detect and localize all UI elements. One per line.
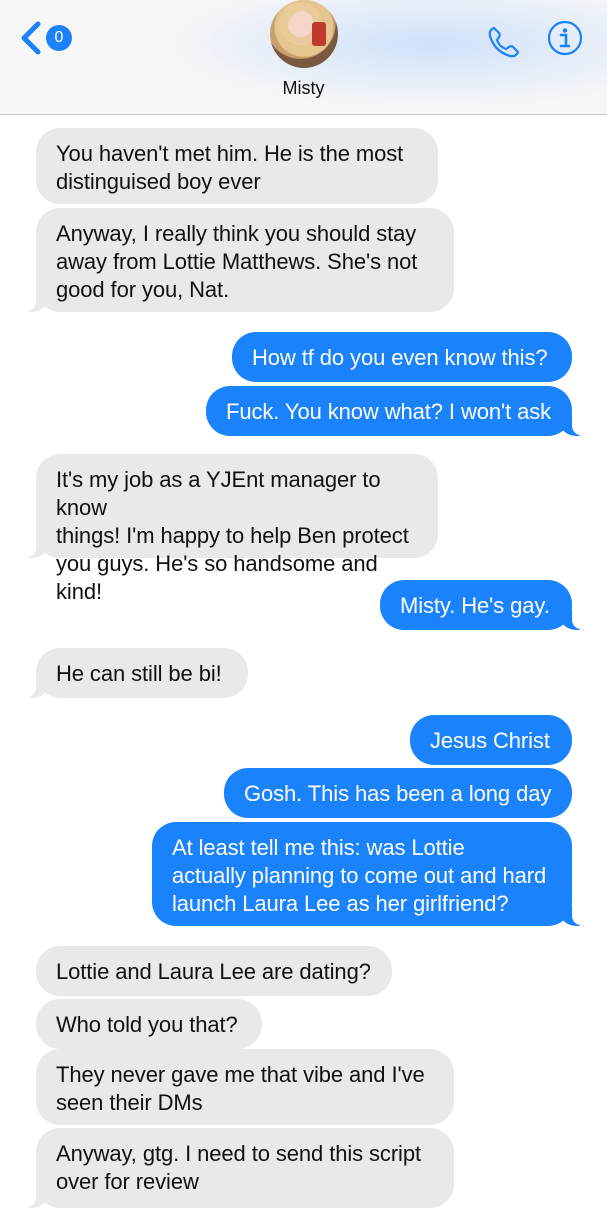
message-bubble-incoming[interactable]: Lottie and Laura Lee are dating? [36, 946, 392, 996]
message-text: How tf do you even know this? [252, 345, 548, 370]
message-text: Anyway, gtg. I need to send this script … [56, 1141, 421, 1194]
message-bubble-outgoing[interactable]: Jesus Christ [410, 715, 572, 765]
avatar-hair [270, 0, 338, 68]
avatar-phone-detail [312, 22, 326, 46]
message-bubble-outgoing[interactable]: Fuck. You know what? I won't ask [206, 386, 584, 436]
message-text: Jesus Christ [430, 728, 550, 753]
message-bubble-outgoing[interactable]: Gosh. This has been a long day [224, 768, 572, 818]
message-text: Who told you that? [56, 1012, 238, 1037]
message-text: At least tell me this: was Lottie actual… [172, 835, 547, 916]
unread-count-badge: 0 [46, 25, 72, 51]
message-bubble-incoming[interactable]: You haven't met him. He is the most dist… [36, 128, 438, 204]
message-text: Misty. He's gay. [400, 593, 550, 618]
message-text: Lottie and Laura Lee are dating? [56, 959, 371, 984]
message-bubble-incoming[interactable]: They never gave me that vibe and I've se… [36, 1049, 454, 1125]
message-text: It's my job as a YJEnt manager to know t… [56, 467, 409, 604]
message-bubble-incoming[interactable]: Anyway, I really think you should stay a… [24, 208, 454, 312]
message-text: You haven't met him. He is the most dist… [56, 141, 404, 194]
contact-name[interactable]: Misty [0, 78, 607, 99]
message-text: Anyway, I really think you should stay a… [56, 221, 418, 302]
message-bubble-incoming[interactable]: It's my job as a YJEnt manager to know t… [24, 454, 438, 604]
avatar[interactable] [270, 0, 338, 68]
message-text: He can still be bi! [56, 661, 222, 686]
conversation-header: 0 Misty [0, 0, 607, 115]
message-bubble-incoming[interactable]: Anyway, gtg. I need to send this script … [24, 1128, 454, 1208]
message-text: Gosh. This has been a long day [244, 781, 552, 806]
chevron-left-icon [21, 21, 41, 55]
back-button[interactable]: 0 [18, 18, 78, 58]
message-bubble-incoming[interactable]: Who told you that? [36, 999, 262, 1049]
phone-icon[interactable] [484, 22, 524, 62]
message-text: Fuck. You know what? I won't ask [226, 399, 552, 424]
message-bubble-outgoing[interactable]: At least tell me this: was Lottie actual… [152, 822, 584, 926]
message-bubble-outgoing[interactable]: Misty. He's gay. [380, 580, 584, 630]
message-text: They never gave me that vibe and I've se… [56, 1062, 425, 1115]
info-icon[interactable] [547, 20, 583, 56]
message-bubble-outgoing[interactable]: How tf do you even know this? [232, 332, 572, 382]
message-bubble-incoming[interactable]: He can still be bi! [24, 648, 248, 698]
